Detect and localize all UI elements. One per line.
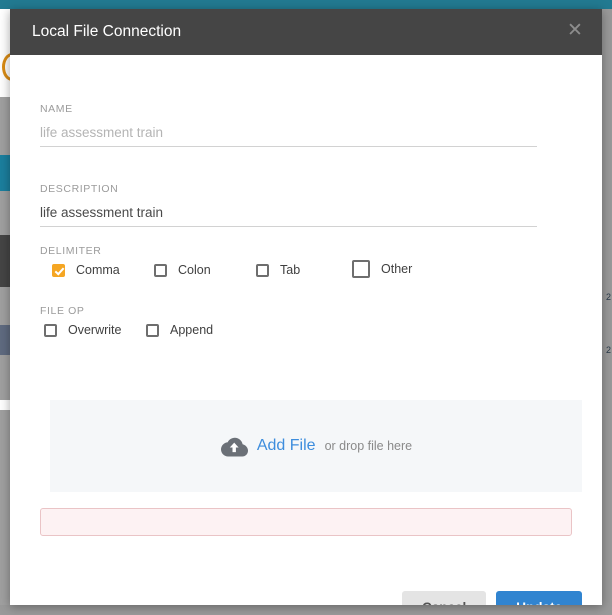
dialog-footer: Cancel Update: [401, 591, 582, 605]
cloud-upload-icon: [220, 437, 248, 456]
description-field-group: DESCRIPTION: [40, 183, 537, 227]
name-field-group: NAME: [40, 103, 537, 147]
delimiter-option-label: Tab: [280, 263, 301, 277]
delimiter-option-label: Comma: [76, 263, 120, 277]
cancel-button[interactable]: Cancel: [401, 591, 487, 605]
add-file-link[interactable]: Add File: [257, 437, 316, 455]
dropzone-content: Add File or drop file here: [220, 436, 412, 457]
checkbox-append[interactable]: [146, 323, 159, 337]
checkbox-colon[interactable]: [154, 263, 167, 277]
name-input[interactable]: [40, 125, 537, 147]
checkbox-comma[interactable]: [52, 263, 65, 277]
drop-file-hint: or drop file here: [324, 439, 413, 453]
local-file-connection-dialog: Local File Connection ✕ NAME DESCRIPTION…: [10, 9, 602, 605]
checkbox-other[interactable]: [352, 260, 370, 278]
delimiter-option-tab[interactable]: Tab: [256, 263, 300, 277]
delimiter-option-label: Colon: [178, 263, 211, 277]
file-op-option-label: Append: [170, 323, 214, 337]
checkbox-overwrite[interactable]: [44, 323, 57, 337]
backdrop-mark: 2: [605, 345, 611, 355]
dialog-body: NAME DESCRIPTION DELIMITER Comma Colon T…: [10, 55, 602, 605]
delimiter-option-colon[interactable]: Colon: [154, 263, 211, 277]
file-op-option-label: Overwrite: [68, 323, 122, 337]
delimiter-option-label: Other: [381, 262, 413, 276]
file-dropzone[interactable]: Add File or drop file here: [50, 400, 582, 492]
delimiter-option-comma[interactable]: Comma: [52, 263, 120, 277]
dialog-header: Local File Connection ✕: [10, 9, 602, 55]
error-input[interactable]: [40, 508, 572, 536]
name-label: NAME: [40, 103, 73, 115]
checkbox-tab[interactable]: [256, 263, 269, 277]
description-input[interactable]: [40, 205, 537, 227]
file-op-option-overwrite[interactable]: Overwrite: [44, 323, 121, 337]
dialog-title: Local File Connection: [32, 23, 182, 40]
update-button[interactable]: Update: [496, 591, 582, 605]
delimiter-label: DELIMITER: [40, 245, 102, 257]
app-top-bar: [0, 0, 612, 9]
delimiter-option-other[interactable]: Other: [352, 260, 412, 278]
backdrop-mark: 2: [605, 292, 611, 302]
description-label: DESCRIPTION: [40, 183, 119, 195]
file-op-option-append[interactable]: Append: [146, 323, 213, 337]
file-op-label: FILE OP: [40, 305, 85, 317]
close-icon[interactable]: ✕: [562, 18, 588, 44]
